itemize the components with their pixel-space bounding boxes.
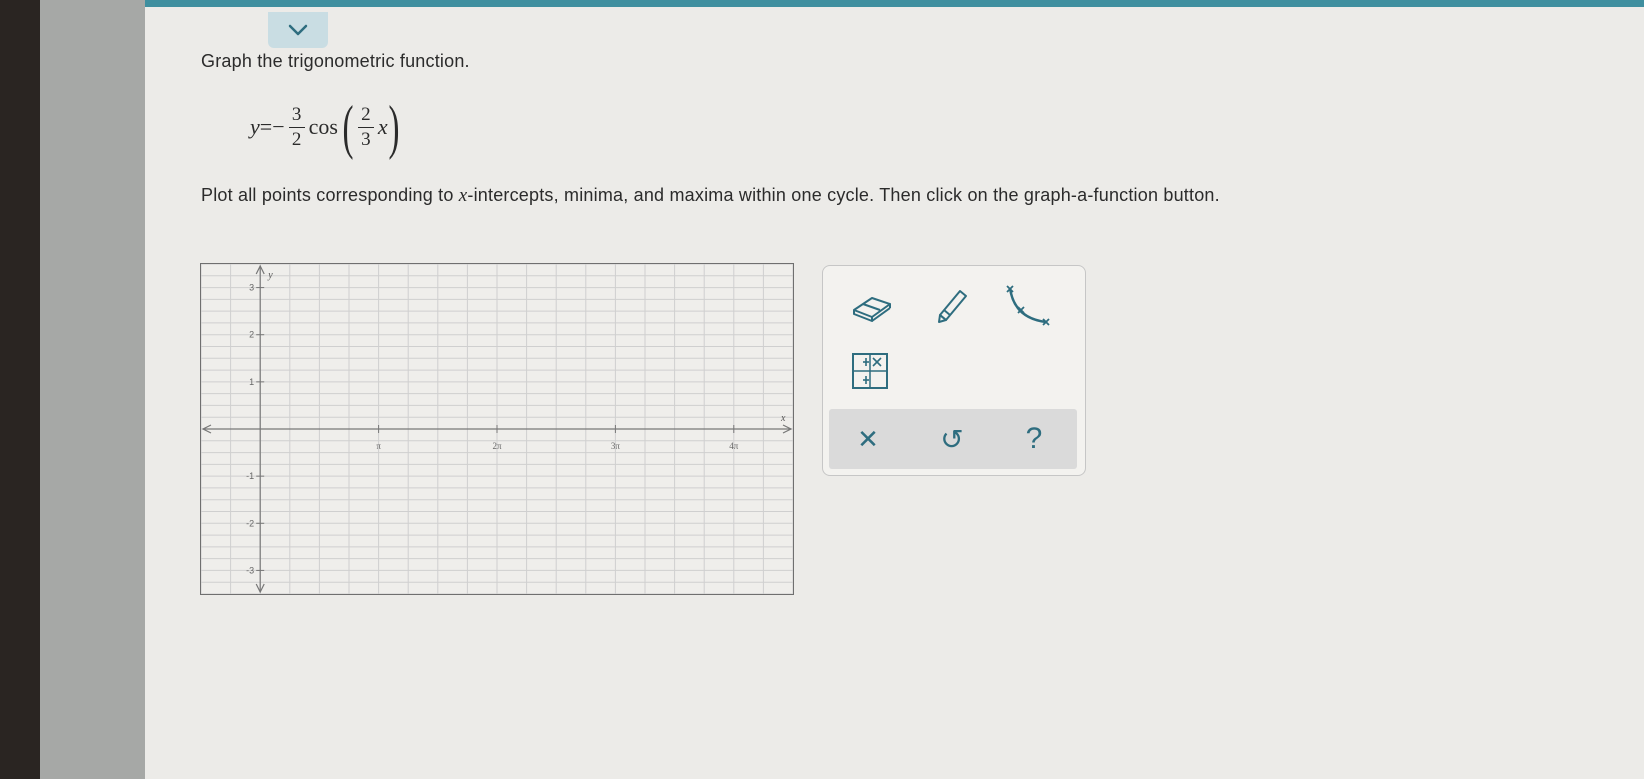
undo-button[interactable]: ↺	[927, 415, 977, 463]
x-tick-label: π	[376, 441, 381, 451]
help-icon: ?	[1025, 422, 1043, 455]
y-tick-label: -3	[246, 565, 254, 575]
function-equation: y = − 3 2 cos ( 2 3 x )	[250, 92, 400, 162]
y-tick-label: -1	[246, 471, 254, 481]
help-button[interactable]: ?	[1009, 415, 1059, 463]
y-tick-label: 2	[249, 330, 254, 340]
left-paren: (	[342, 94, 354, 160]
pencil-icon	[938, 290, 967, 323]
collapse-toggle-button[interactable]	[268, 12, 328, 48]
eraser-tool-button[interactable]	[847, 284, 897, 330]
left-gutter	[40, 0, 145, 779]
eraser-icon	[853, 297, 891, 322]
x-axis-label: x	[780, 413, 786, 424]
table-icon	[852, 353, 888, 389]
cosine-curve-tool-button[interactable]	[1003, 282, 1053, 328]
coefficient-numerator: 3	[291, 103, 302, 125]
instructions-post: -intercepts, minima, and maxima within o…	[467, 185, 1220, 205]
graph-svg[interactable]: x y π 2π 3π 4π 3 2 1 -1 -2 -3	[201, 264, 793, 594]
y-axis-label: y	[267, 270, 273, 281]
graph-tool-panel: ✕ ↺ ?	[822, 265, 1086, 476]
equation-sign: −	[272, 114, 285, 139]
y-tick-label: 1	[249, 377, 254, 387]
argument-denominator: 3	[361, 128, 371, 150]
close-icon: ✕	[857, 423, 879, 454]
equation-lhs: y	[250, 114, 260, 139]
argument-fraction: 2 3	[357, 103, 374, 150]
cosine-curve-icon	[1006, 285, 1050, 326]
x-tick-label: 4π	[729, 441, 739, 451]
right-paren: )	[388, 94, 400, 160]
pencil-tool-button[interactable]	[927, 282, 977, 328]
coefficient-denominator: 2	[291, 128, 302, 150]
x-tick-label: 3π	[611, 441, 621, 451]
top-accent-bar	[145, 0, 1644, 7]
clear-button[interactable]: ✕	[843, 415, 893, 463]
y-tick-label: -2	[246, 518, 254, 528]
equation-function: cos	[308, 114, 338, 139]
instructions-pre: Plot all points corresponding to	[201, 185, 459, 205]
graph-canvas[interactable]: x y π 2π 3π 4π 3 2 1 -1 -2 -3	[200, 263, 794, 595]
y-tick-label: 3	[249, 283, 254, 293]
undo-icon: ↺	[940, 423, 964, 455]
argument-numerator: 2	[361, 103, 371, 125]
monitor-bezel	[0, 0, 40, 779]
chevron-down-icon	[288, 24, 308, 36]
argument-variable: x	[377, 114, 388, 139]
question-prompt: Graph the trigonometric function.	[201, 51, 470, 71]
coefficient-fraction: 3 2	[288, 103, 305, 150]
action-bar: ✕ ↺ ?	[829, 409, 1077, 469]
equation-equals: =	[259, 114, 273, 139]
instructions: Plot all points corresponding to x-inter…	[201, 185, 1220, 207]
table-tool-button[interactable]	[845, 348, 895, 394]
x-tick-label: 2π	[492, 441, 502, 451]
